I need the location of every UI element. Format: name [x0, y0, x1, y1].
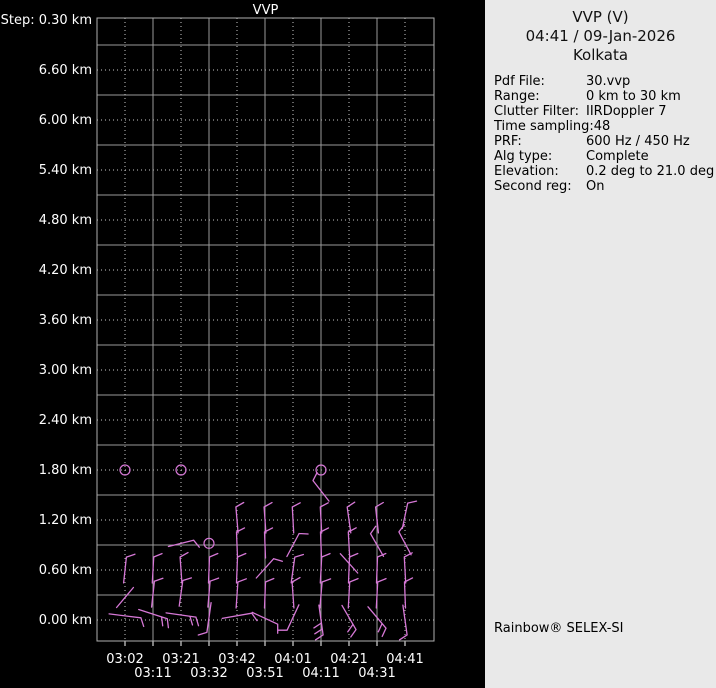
x-axis-label: 04:31	[358, 666, 395, 681]
chart-background	[0, 0, 485, 688]
info-row: Clutter Filter: IIRDoppler 7	[494, 104, 716, 119]
info-value: Complete	[586, 149, 649, 164]
info-label: PRF:	[494, 134, 522, 149]
info-row: Alg type: Complete	[494, 149, 716, 164]
y-axis-label: 2.40 km	[39, 413, 92, 428]
info-value: 30.vvp	[586, 74, 631, 89]
x-axis-label: 04:41	[386, 652, 423, 667]
info-value: On	[586, 179, 605, 194]
info-row: Time sampling: 48	[494, 119, 716, 134]
x-axis-label: 03:51	[246, 666, 283, 681]
info-label: Range:	[494, 89, 540, 104]
info-value: 0 km to 30 km	[586, 89, 681, 104]
info-row: Second reg: On	[494, 179, 716, 194]
info-row: Range: 0 km to 30 km	[494, 89, 716, 104]
y-axis-label: 6.60 km	[39, 63, 92, 78]
y-axis-label: 3.00 km	[39, 363, 92, 378]
info-rows: Pdf File: 30.vvp Range: 0 km to 30 km Clutte…	[485, 74, 716, 194]
info-label: Pdf File:	[494, 74, 545, 89]
info-value: 48	[593, 119, 611, 134]
info-value: 0.2 deg to 21.0 deg	[586, 164, 715, 179]
panel-datetime: 04:41 / 09-Jan-2026	[525, 27, 676, 45]
info-label: Clutter Filter:	[494, 104, 579, 119]
info-value: IIRDoppler 7	[586, 104, 667, 119]
y-axis-label: 5.40 km	[39, 163, 92, 178]
panel-site: Kolkata	[572, 46, 629, 64]
x-axis-label: 04:11	[302, 666, 339, 681]
y-axis-label: 0.00 km	[39, 613, 92, 628]
info-label: Elevation:	[494, 164, 559, 179]
y-axis-label: 3.60 km	[39, 313, 92, 328]
brand-footer: Rainbow® SELEX-SI	[494, 621, 624, 636]
vvp-application-window: 03:02 03:11 03:21 03:32 03:42 03:51 04:01 04:11…	[0, 0, 716, 688]
x-axis-label: 03:11	[134, 666, 171, 681]
step-label: Step: 0.30 km	[1, 13, 92, 28]
info-label: Time sampling:	[494, 119, 594, 134]
y-axis-label: 6.00 km	[39, 113, 92, 128]
x-axis-label: 03:21	[162, 652, 199, 667]
y-axis-label: 0.60 km	[39, 563, 92, 578]
info-row: PRF: 600 Hz / 450 Hz	[494, 134, 716, 149]
chart-title: VVP	[253, 3, 279, 18]
y-axis-label: 4.20 km	[39, 263, 92, 278]
info-row: Pdf File: 30.vvp	[494, 74, 716, 89]
x-axis-label: 04:01	[274, 652, 311, 667]
info-label: Second reg:	[494, 179, 572, 194]
info-label: Alg type:	[494, 149, 553, 164]
panel-title: VVP (V)	[572, 8, 629, 26]
y-axis-label: 1.80 km	[39, 463, 92, 478]
y-axis-label: 1.20 km	[39, 513, 92, 528]
info-value: 600 Hz / 450 Hz	[586, 134, 690, 149]
wind-profile-chart: 03:0203:1103:2103:3203:4203:5104:0104:11…	[0, 0, 485, 688]
x-axis-label: 03:42	[218, 652, 255, 667]
x-axis-label: 03:02	[106, 652, 143, 667]
x-axis-label: 04:21	[330, 652, 367, 667]
x-axis-label: 03:32	[190, 666, 227, 681]
info-panel: VVP (V) 04:41 / 09-Jan-2026 Kolkata Pdf …	[485, 0, 716, 688]
y-axis-label: 4.80 km	[39, 213, 92, 228]
info-row: Elevation: 0.2 deg to 21.0 deg	[494, 164, 716, 179]
